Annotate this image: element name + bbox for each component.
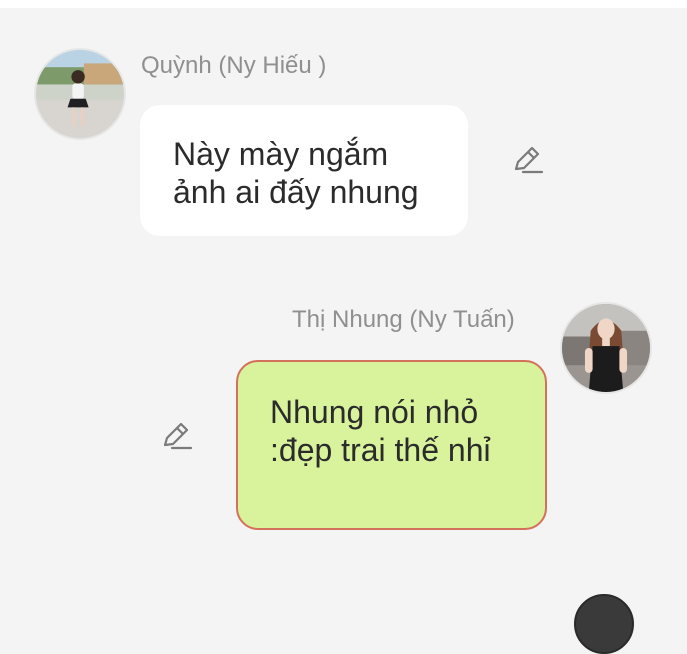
sender-name: Thị Nhung (Ny Tuấn) [292, 306, 515, 333]
avatar-next[interactable] [574, 594, 634, 654]
message-bubble-outgoing[interactable]: Nhung nói nhỏ :đẹp trai thế nhỉ [236, 360, 547, 530]
edit-glyph [163, 422, 193, 450]
sender-name: Quỳnh (Ny Hiếu ) [141, 52, 327, 79]
avatar-photo [562, 304, 650, 392]
avatar-nhung[interactable] [560, 302, 652, 394]
avatar-photo [36, 50, 124, 138]
pencil-icon[interactable] [510, 143, 544, 177]
top-strip [0, 0, 687, 8]
avatar-quynh[interactable] [34, 48, 126, 140]
edit-glyph [514, 146, 544, 174]
message-text: Này mày ngắm ảnh ai đấy nhung [173, 136, 419, 210]
message-bubble-incoming[interactable]: Này mày ngắm ảnh ai đấy nhung [140, 105, 468, 236]
message-text: Nhung nói nhỏ :đẹp trai thế nhỉ [270, 394, 491, 468]
pencil-icon[interactable] [159, 419, 193, 453]
